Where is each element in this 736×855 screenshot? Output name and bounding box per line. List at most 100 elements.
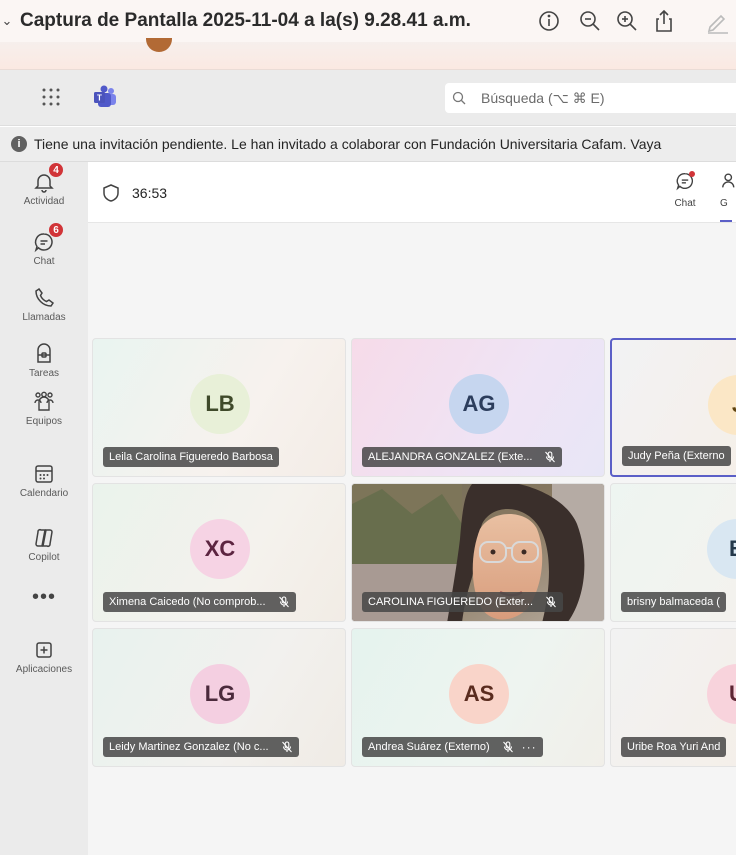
share-icon[interactable] xyxy=(651,8,677,34)
profile-avatar-fragment xyxy=(146,38,172,52)
rail-item-label: Actividad xyxy=(23,196,65,207)
rail-item-copilot[interactable]: Copilot xyxy=(0,526,88,582)
participant-avatar: XC xyxy=(190,519,250,579)
participant-tile[interactable]: LG Leidy Martinez Gonzalez (No c... xyxy=(92,628,346,767)
zoom-out-icon[interactable] xyxy=(577,8,603,34)
participant-name-label: Leidy Martinez Gonzalez (No c... xyxy=(103,737,299,757)
participant-name-label: Judy Peña (Externo xyxy=(622,446,731,466)
participant-name-label: ALEJANDRA GONZALEZ (Exte... xyxy=(362,447,563,467)
participant-avatar: B xyxy=(707,519,736,579)
participant-name-label: brisny balmaceda ( xyxy=(621,592,726,612)
teams-logo-icon: T xyxy=(92,84,118,110)
mic-off-icon xyxy=(281,741,292,753)
meeting-stage: 36:53 Chat G LB Leila Carolina Figueredo… xyxy=(88,162,736,855)
chat-button-label: Chat xyxy=(674,198,696,209)
meeting-header: 36:53 Chat G xyxy=(88,162,736,223)
rail-item-equipos[interactable]: Equipos xyxy=(0,390,88,446)
rail-item-label: Calendario xyxy=(19,488,69,499)
participant-name: ALEJANDRA GONZALEZ (Exte... xyxy=(368,451,533,463)
mic-off-icon xyxy=(502,741,513,753)
meeting-chat-button[interactable]: Chat xyxy=(671,170,699,209)
teams-group-icon xyxy=(32,390,56,414)
svg-text:T: T xyxy=(97,94,102,103)
more-options-icon[interactable]: ··· xyxy=(522,737,537,757)
rail-more-button[interactable]: ••• xyxy=(0,586,88,644)
rail-item-chat[interactable]: 6 Chat xyxy=(0,222,88,286)
participant-name-label: Leila Carolina Figueredo Barbosa xyxy=(103,447,279,467)
participant-tile[interactable]: AG ALEJANDRA GONZALEZ (Exte... xyxy=(351,338,605,477)
info-icon[interactable] xyxy=(536,8,562,34)
mic-off-icon xyxy=(278,596,289,608)
rail-item-label: Aplicaciones xyxy=(15,664,73,675)
activity-badge: 4 xyxy=(48,162,64,178)
chat-badge: 6 xyxy=(48,222,64,238)
bell-icon: 4 xyxy=(32,162,64,194)
chat-icon: 6 xyxy=(32,222,64,254)
zoom-in-icon[interactable] xyxy=(614,8,640,34)
rail-item-label: Equipos xyxy=(25,416,63,427)
participant-tile[interactable]: U Uribe Roa Yuri And xyxy=(610,628,736,767)
meeting-timer: 36:53 xyxy=(132,185,168,201)
participant-avatar: LB xyxy=(190,374,250,434)
more-icon: ••• xyxy=(31,586,56,608)
unread-dot xyxy=(689,171,695,177)
rail-item-label: Copilot xyxy=(28,552,60,563)
active-tab-indicator xyxy=(720,220,732,222)
window-titlebar: ⌄ Captura de Pantalla 2025-11-04 a la(s)… xyxy=(0,0,736,42)
participant-avatar: U xyxy=(707,664,736,724)
participant-tile[interactable]: B brisny balmaceda ( xyxy=(610,483,736,622)
teams-topbar: T Búsqueda (⌥ ⌘ E) xyxy=(0,70,736,126)
participant-name: CAROLINA FIGUEREDO (Exter... xyxy=(368,596,534,608)
search-icon xyxy=(452,91,466,105)
left-rail: 4 Actividad 6 Chat Llamadas Tareas Equip… xyxy=(0,162,88,855)
participant-name: Uribe Roa Yuri And xyxy=(627,741,721,753)
rail-item-label: Llamadas xyxy=(22,312,66,323)
participant-avatar: AS xyxy=(449,664,509,724)
participant-name-label: Ximena Caicedo (No comprob... xyxy=(103,592,296,612)
participant-tile[interactable]: CAROLINA FIGUEREDO (Exter... xyxy=(351,483,605,622)
copilot-icon xyxy=(32,526,56,550)
meeting-people-button[interactable]: G xyxy=(720,170,736,222)
participant-name: Andrea Suárez (Externo) xyxy=(368,741,490,753)
notice-text: Tiene una invitación pendiente. Le han i… xyxy=(34,136,662,152)
participant-avatar: J xyxy=(708,375,736,435)
search-input[interactable]: Búsqueda (⌥ ⌘ E) xyxy=(445,83,736,113)
rail-item-llamadas[interactable]: Llamadas xyxy=(0,286,88,342)
rail-item-label: Tareas xyxy=(28,368,59,379)
participant-name-label: Uribe Roa Yuri And xyxy=(621,737,727,757)
participant-tile[interactable]: J Judy Peña (Externo xyxy=(610,338,736,477)
search-placeholder: Búsqueda (⌥ ⌘ E) xyxy=(481,89,605,106)
mic-off-icon xyxy=(545,451,556,463)
tasks-icon xyxy=(32,342,56,366)
participant-tile[interactable]: AS Andrea Suárez (Externo) ··· xyxy=(351,628,605,767)
rail-item-actividad[interactable]: 4 Actividad xyxy=(0,162,88,226)
calendar-icon xyxy=(32,462,56,486)
participant-tile[interactable]: LB Leila Carolina Figueredo Barbosa xyxy=(92,338,346,477)
chevron-down-icon[interactable]: ⌄ xyxy=(0,13,14,29)
participant-name-label: Andrea Suárez (Externo) ··· xyxy=(362,737,543,757)
app-launcher-icon[interactable] xyxy=(40,86,62,108)
participant-avatar: LG xyxy=(190,664,250,724)
people-icon xyxy=(722,173,735,188)
markup-pencil-icon[interactable] xyxy=(704,8,730,34)
pending-invitation-banner: i Tiene una invitación pendiente. Le han… xyxy=(0,127,736,162)
mic-off-icon xyxy=(546,596,556,608)
participant-name: Judy Peña (Externo xyxy=(628,450,725,462)
participant-tile[interactable]: XC Ximena Caicedo (No comprob... xyxy=(92,483,346,622)
add-apps-icon xyxy=(32,638,56,662)
rail-item-calendario[interactable]: Calendario xyxy=(0,462,88,518)
people-button-label: G xyxy=(720,198,728,209)
participant-avatar: AG xyxy=(449,374,509,434)
participant-name: Leila Carolina Figueredo Barbosa xyxy=(109,451,273,463)
window-title: Captura de Pantalla 2025-11-04 a la(s) 9… xyxy=(20,10,471,31)
phone-icon xyxy=(32,286,56,310)
info-icon: i xyxy=(11,136,27,152)
rail-item-label: Chat xyxy=(33,256,55,267)
participant-name-label: CAROLINA FIGUEREDO (Exter... xyxy=(362,592,564,612)
participant-name: Ximena Caicedo (No comprob... xyxy=(109,596,266,608)
participant-name: Leidy Martinez Gonzalez (No c... xyxy=(109,741,269,753)
participant-name: brisny balmaceda ( xyxy=(627,596,720,608)
shield-icon xyxy=(102,183,120,203)
window-subbar xyxy=(0,38,736,70)
rail-item-aplicaciones[interactable]: Aplicaciones xyxy=(0,638,88,694)
